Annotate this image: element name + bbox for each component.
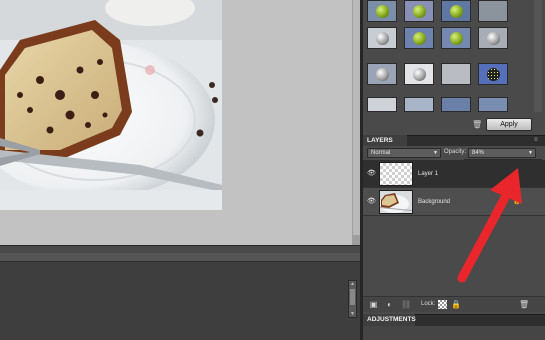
opacity-label: Opacity: bbox=[444, 149, 467, 155]
scrollbar-corner bbox=[352, 235, 360, 245]
effects-scrollbar[interactable] bbox=[534, 0, 542, 112]
document-photo[interactable] bbox=[0, 0, 222, 210]
layer-name: Layer 1 bbox=[418, 171, 439, 177]
lock-all-icon[interactable]: 🔒 bbox=[451, 300, 461, 309]
cake-photo-image bbox=[0, 0, 222, 210]
effect-thumbnail[interactable] bbox=[441, 97, 471, 112]
effect-thumbnail[interactable] bbox=[367, 63, 397, 85]
adjustment-layer-icon[interactable]: ◐ bbox=[385, 300, 394, 309]
layer-name: Background bbox=[418, 199, 451, 205]
effect-thumbnail[interactable] bbox=[441, 0, 471, 22]
adjustments-tab[interactable]: ADJUSTMENTS bbox=[363, 314, 416, 326]
eye-icon[interactable]: 👁 bbox=[367, 170, 376, 177]
trash-icon[interactable]: 🗑 bbox=[519, 300, 529, 309]
annotation-arrow bbox=[457, 168, 522, 283]
project-bin-panel bbox=[0, 253, 360, 340]
opacity-value: 84% bbox=[472, 150, 485, 156]
lock-transparency-icon[interactable] bbox=[438, 300, 447, 309]
adjustments-panel bbox=[363, 326, 545, 340]
effect-thumbnail[interactable] bbox=[367, 27, 397, 49]
chevron-down-icon: ▼ bbox=[528, 150, 533, 156]
effect-thumbnail[interactable] bbox=[441, 27, 471, 49]
effect-thumbnail[interactable] bbox=[404, 27, 434, 49]
effect-thumbnail[interactable] bbox=[367, 97, 397, 112]
trash-icon[interactable]: 🗑 bbox=[472, 120, 482, 130]
layers-tab[interactable]: LAYERS bbox=[363, 135, 407, 146]
chevron-down-icon: ▼ bbox=[433, 150, 438, 156]
new-layer-icon[interactable]: ▣ bbox=[369, 300, 378, 309]
project-bin-toolbar bbox=[0, 253, 360, 262]
effect-thumbnail[interactable] bbox=[478, 63, 508, 85]
project-bin-scrollbar[interactable]: ▲ ▼ bbox=[348, 280, 357, 318]
link-icon[interactable]: ⛓ bbox=[401, 300, 411, 309]
eye-icon[interactable]: 👁 bbox=[367, 198, 376, 205]
panel-menu-icon[interactable]: ≡ bbox=[534, 137, 542, 144]
scroll-down-icon[interactable]: ▼ bbox=[349, 311, 356, 317]
opacity-field[interactable]: 84% ▼ bbox=[468, 148, 536, 158]
effect-thumbnail[interactable] bbox=[367, 0, 397, 22]
effect-thumbnail[interactable] bbox=[478, 0, 508, 22]
effect-thumbnail[interactable] bbox=[441, 63, 471, 85]
effect-thumbnail[interactable] bbox=[478, 97, 508, 112]
effect-thumbnail[interactable] bbox=[404, 97, 434, 112]
apply-button[interactable]: Apply bbox=[486, 118, 532, 131]
effect-thumbnail[interactable] bbox=[404, 0, 434, 22]
scroll-thumb[interactable] bbox=[350, 289, 355, 305]
blend-mode-value: Normal bbox=[371, 150, 391, 156]
layer-thumbnail bbox=[379, 190, 413, 214]
effect-thumbnail[interactable] bbox=[478, 27, 508, 49]
scroll-up-icon[interactable]: ▲ bbox=[349, 281, 356, 287]
document-vertical-scrollbar[interactable] bbox=[352, 0, 360, 245]
layer-thumbnail bbox=[379, 162, 413, 186]
blend-mode-select[interactable]: Normal ▼ bbox=[367, 148, 441, 158]
background-thumbnail-image bbox=[379, 191, 412, 213]
panel-separator bbox=[0, 245, 360, 253]
lock-label: Lock: bbox=[421, 301, 436, 307]
effect-thumbnail[interactable] bbox=[404, 63, 434, 85]
